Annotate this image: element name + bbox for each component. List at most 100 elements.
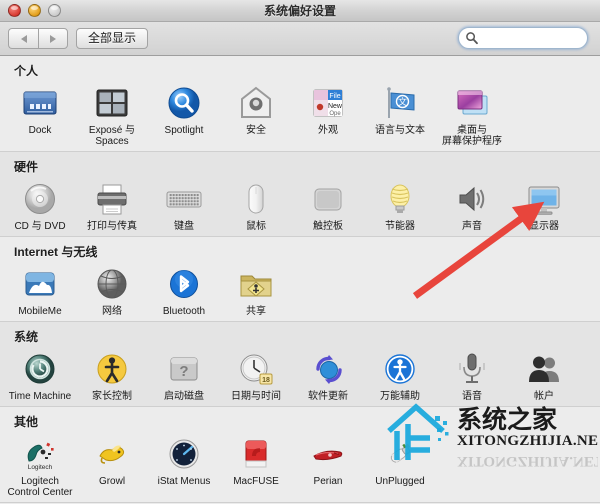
pane-row: Time Machine 家长控制 ? 启动磁盘 18 日期与时间 软件更新 万能辅…: [0, 347, 600, 406]
pref-pane-sound[interactable]: 声音: [436, 177, 508, 232]
pref-pane-logitech-control-center[interactable]: Logitech Logitech Control Center: [4, 432, 76, 498]
perian-icon: [308, 434, 348, 474]
pref-pane-label: MobileMe: [18, 306, 62, 317]
pref-pane-label: 启动磁盘: [164, 391, 204, 402]
pref-pane-label: 语言与文本: [375, 125, 425, 136]
pref-pane-label: 家长控制: [92, 391, 132, 402]
accounts-icon: [524, 349, 564, 389]
search-icon: [466, 32, 478, 45]
pref-pane-sharing[interactable]: 共享: [220, 262, 292, 317]
pref-pane-displays[interactable]: 显示器: [508, 177, 580, 232]
pref-pane-perian[interactable]: Perian: [292, 432, 364, 498]
pref-pane-desktop-screensaver[interactable]: 桌面与 屏幕保护程序: [436, 81, 508, 147]
pref-pane-label: UnPlugged: [375, 476, 425, 487]
forward-button[interactable]: [38, 28, 68, 49]
pref-pane-universal-access[interactable]: 万能辅助: [364, 347, 436, 402]
pref-pane-label: Bluetooth: [162, 306, 206, 317]
pref-pane-istat-menus[interactable]: iStat Menus: [148, 432, 220, 498]
pref-pane-label: 软件更新: [308, 391, 348, 402]
pref-pane-time-machine[interactable]: Time Machine: [4, 347, 76, 402]
pref-pane-macfuse[interactable]: MacFUSE: [220, 432, 292, 498]
pref-pane-dock[interactable]: Dock: [4, 81, 76, 147]
bluetooth-icon: [164, 264, 204, 304]
svg-text:Logitech: Logitech: [28, 464, 53, 471]
network-icon: [92, 264, 132, 304]
pref-pane-spotlight[interactable]: Spotlight: [148, 81, 220, 147]
software-update-icon: [308, 349, 348, 389]
pref-pane-expose-spaces[interactable]: Exposé 与 Spaces: [76, 81, 148, 147]
pref-pane-startup-disk[interactable]: ? 启动磁盘: [148, 347, 220, 402]
pref-pane-energy-saver[interactable]: 节能器: [364, 177, 436, 232]
pref-pane-keyboard[interactable]: 键盘: [148, 177, 220, 232]
pref-pane-label: 日期与时间: [231, 391, 281, 402]
macfuse-icon: [236, 434, 276, 474]
pref-pane-software-update[interactable]: 软件更新: [292, 347, 364, 402]
pref-pane-language-text[interactable]: 文语言与文本: [364, 81, 436, 147]
istat-menus-icon: [164, 434, 204, 474]
speech-icon: [452, 349, 492, 389]
pref-pane-label: 网络: [102, 306, 122, 317]
back-arrow-icon: [20, 34, 27, 43]
back-button[interactable]: [8, 28, 38, 49]
pref-pane-label: 鼠标: [246, 221, 266, 232]
language-text-icon: 文: [380, 83, 420, 123]
svg-text:文: 文: [398, 96, 407, 107]
pref-pane-network[interactable]: 网络: [76, 262, 148, 317]
forward-arrow-icon: [50, 34, 56, 43]
pref-pane-label: 显示器: [529, 221, 559, 232]
svg-text:New: New: [328, 103, 343, 110]
pref-pane-label: 桌面与 屏幕保护程序: [442, 125, 502, 147]
pref-pane-label: 语音: [462, 391, 482, 402]
pref-pane-label: Spotlight: [164, 125, 204, 136]
pref-pane-bluetooth[interactable]: Bluetooth: [148, 262, 220, 317]
pref-pane-mobileme[interactable]: MobileMe: [4, 262, 76, 317]
pref-pane-label: 安全: [246, 125, 266, 136]
unplugged-icon: [380, 434, 420, 474]
system-preferences-window: 系统偏好设置 全部显示 个人 Dock Exposé 与 Spaces Spot…: [0, 0, 600, 504]
trackpad-icon: [308, 179, 348, 219]
section-hardware: 硬件 CD 与 DVD 打印与传真 键盘 鼠标 触控板 节能器 声音 显示器: [0, 152, 600, 237]
pref-pane-parental-controls[interactable]: 家长控制: [76, 347, 148, 402]
pref-pane-label: iStat Menus: [157, 476, 211, 487]
pref-pane-cd-dvd[interactable]: CD 与 DVD: [4, 177, 76, 232]
pref-pane-label: Logitech Control Center: [7, 476, 73, 498]
pref-pane-mouse[interactable]: 鼠标: [220, 177, 292, 232]
time-machine-icon: [20, 349, 60, 389]
pref-pane-print-fax[interactable]: 打印与传真: [76, 177, 148, 232]
sharing-icon: [236, 264, 276, 304]
pref-pane-label: 共享: [246, 306, 266, 317]
mouse-icon: [236, 179, 276, 219]
cd-dvd-icon: [20, 179, 60, 219]
pref-pane-unplugged[interactable]: UnPlugged: [364, 432, 436, 498]
mobileme-icon: [20, 264, 60, 304]
pref-pane-label: Dock: [28, 125, 52, 136]
sound-icon: [452, 179, 492, 219]
pref-pane-label: 声音: [462, 221, 482, 232]
pref-pane-date-time[interactable]: 18 日期与时间: [220, 347, 292, 402]
section-personal: 个人 Dock Exposé 与 Spaces Spotlight 安全 Fil…: [0, 56, 600, 152]
pref-pane-label: 打印与传真: [87, 221, 137, 232]
dock-icon: [20, 83, 60, 123]
section-other: 其他 Logitech Logitech Control Center Growl…: [0, 407, 600, 503]
pref-pane-trackpad[interactable]: 触控板: [292, 177, 364, 232]
expose-spaces-icon: [92, 83, 132, 123]
pane-row: Logitech Logitech Control Center Growl iS…: [0, 432, 600, 502]
pref-pane-appearance[interactable]: File New Ope 外观: [292, 81, 364, 147]
energy-saver-icon: [380, 179, 420, 219]
show-all-button[interactable]: 全部显示: [76, 28, 149, 49]
appearance-icon: File New Ope: [308, 83, 348, 123]
pref-pane-speech[interactable]: 语音: [436, 347, 508, 402]
print-fax-icon: [92, 179, 132, 219]
toolbar: 全部显示: [0, 22, 600, 56]
desktop-screensaver-icon: [452, 83, 492, 123]
security-icon: [236, 83, 276, 123]
keyboard-icon: [164, 179, 204, 219]
pref-pane-label: 触控板: [313, 221, 343, 232]
pref-pane-accounts[interactable]: 帐户: [508, 347, 580, 402]
pref-pane-security[interactable]: 安全: [220, 81, 292, 147]
pref-pane-growl[interactable]: Growl: [76, 432, 148, 498]
section-header-personal: 个人: [14, 64, 39, 78]
pref-pane-label: Perian: [313, 476, 343, 487]
date-time-icon: 18: [236, 349, 276, 389]
pref-pane-label: 键盘: [174, 221, 194, 232]
